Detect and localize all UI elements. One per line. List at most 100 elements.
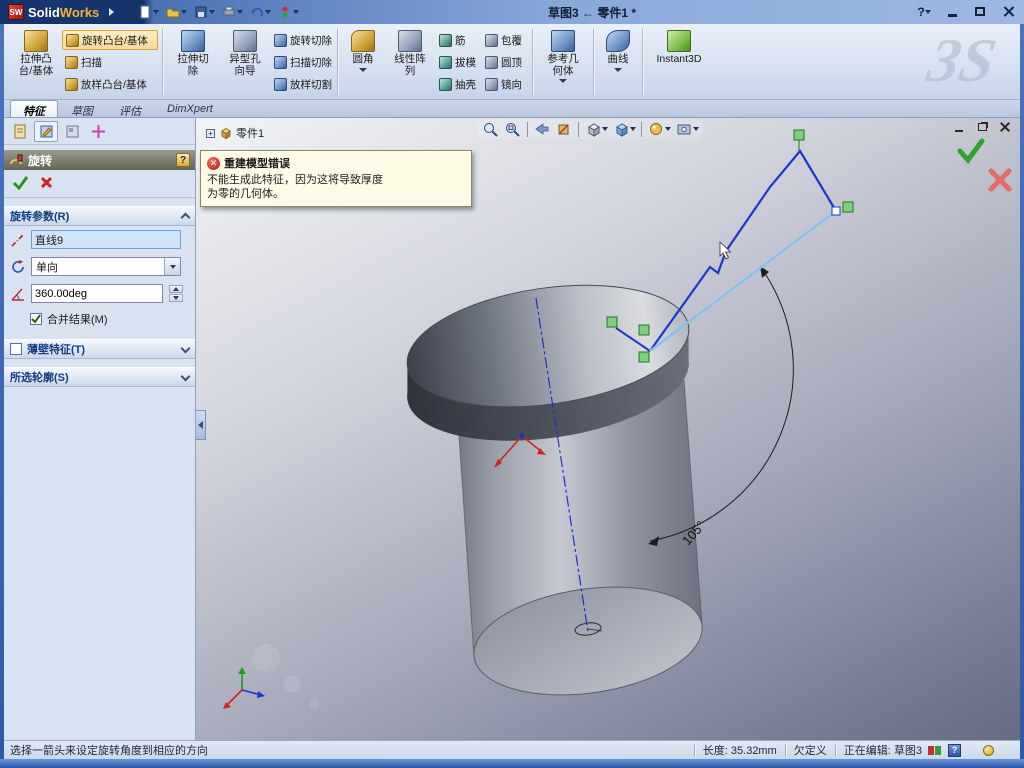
tab-dimxpert[interactable]: DimXpert: [154, 100, 226, 117]
open-document-button[interactable]: [164, 4, 189, 20]
loft-cut-button[interactable]: 放样切割: [271, 74, 333, 94]
dropdown-arrow-icon: [602, 127, 608, 131]
extrude-boss-button[interactable]: 拉伸凸 台/基体: [10, 27, 62, 97]
feature-manager-tab[interactable]: [8, 121, 32, 142]
draft-button[interactable]: 拔模: [436, 52, 482, 72]
wrap-button[interactable]: 包覆: [482, 30, 528, 50]
save-button[interactable]: [192, 4, 217, 20]
fillet-button[interactable]: 圆角: [342, 27, 384, 97]
view-orientation-button[interactable]: [583, 120, 609, 138]
extrude-cut-button[interactable]: 拉伸切 除: [167, 27, 219, 97]
dropdown-arrow-icon[interactable]: [614, 67, 622, 72]
tags-icon[interactable]: [983, 744, 994, 756]
menu-expand-icon[interactable]: [109, 8, 115, 16]
tree-expander[interactable]: +: [206, 128, 215, 138]
confirm-check-icon: [957, 138, 985, 164]
fillet-icon: [351, 30, 375, 52]
revolve-axis-icon: [11, 232, 25, 247]
rib-button[interactable]: 筋: [436, 30, 482, 50]
scene-settings-button[interactable]: [674, 120, 700, 138]
spin-down-button[interactable]: [169, 294, 183, 302]
instant3d-icon: [667, 30, 691, 52]
status-definition-state: 欠定义: [793, 745, 827, 757]
expand-chevron-icon[interactable]: [180, 343, 191, 353]
cancel-button[interactable]: [39, 175, 54, 193]
sweep-cut-button[interactable]: 扫描切除: [271, 52, 333, 72]
mirror-button[interactable]: 镜向: [482, 74, 528, 94]
minimize-button[interactable]: [942, 3, 962, 20]
dropdown-arrow-icon: [181, 10, 188, 14]
dropdown-arrow-icon: [265, 10, 272, 14]
previous-view-button[interactable]: [532, 120, 552, 138]
tab-features[interactable]: 特征: [10, 100, 58, 118]
edit-appearance-button[interactable]: [646, 120, 672, 138]
dropdown-arrow-icon[interactable]: [559, 79, 567, 83]
quick-tips-button[interactable]: ?: [948, 743, 961, 757]
doc-restore-button[interactable]: [973, 120, 991, 134]
ok-check-icon: [12, 176, 29, 191]
property-manager-tab[interactable]: [34, 121, 58, 142]
revolve-boss-button[interactable]: 旋转凸台/基体: [62, 30, 158, 50]
cancel-x-icon: [40, 176, 53, 189]
feature-manager-icon: [14, 124, 25, 139]
collapse-chevron-icon[interactable]: [180, 212, 191, 223]
dropdown-button[interactable]: [164, 258, 180, 275]
panel-help-button[interactable]: ?: [176, 153, 190, 167]
print-button[interactable]: [220, 4, 245, 20]
loft-boss-button[interactable]: 放样凸台/基体: [62, 74, 158, 94]
hole-wizard-button[interactable]: 异型孔 向导: [219, 27, 271, 97]
revolve-feature-icon: [10, 154, 23, 165]
angle-input[interactable]: [31, 284, 163, 303]
error-line1: 不能生成此特征，因为这将导致厚度: [207, 174, 383, 186]
doc-minimize-button[interactable]: [950, 120, 968, 134]
zoom-area-button[interactable]: [503, 120, 523, 138]
curves-button[interactable]: 曲线: [598, 27, 638, 97]
dome-button[interactable]: 圆顶: [482, 52, 528, 72]
configuration-manager-tab[interactable]: [60, 121, 84, 142]
expand-chevron-icon[interactable]: [180, 371, 191, 381]
doc-close-button[interactable]: [996, 120, 1014, 134]
linear-pattern-button[interactable]: 线性阵 列: [384, 27, 436, 97]
zoom-fit-button[interactable]: [481, 120, 501, 138]
shell-button[interactable]: 抽壳: [436, 74, 482, 94]
new-document-button[interactable]: [136, 4, 161, 20]
rebuild-button[interactable]: [276, 4, 301, 20]
axis-selection-field[interactable]: 直线9: [31, 230, 181, 249]
reference-geometry-button[interactable]: 参考几 何体: [537, 27, 589, 97]
merge-result-checkbox[interactable]: [30, 313, 42, 325]
quick-access-toolbar: [136, 4, 301, 20]
graphics-area[interactable]: 105° + 零件1: [196, 118, 1020, 740]
dropdown-arrow-icon[interactable]: [359, 67, 367, 72]
confirm-ok-button[interactable]: [956, 136, 986, 167]
selected-axis-line[interactable]: [649, 210, 837, 352]
display-style-button[interactable]: [611, 120, 637, 138]
revolve-cut-button[interactable]: 旋转切除: [271, 30, 333, 50]
maximize-button[interactable]: [970, 3, 990, 20]
tree-root-label[interactable]: 零件1: [236, 125, 264, 141]
sweep-button[interactable]: 扫描: [62, 52, 158, 72]
revolve-parameters-section[interactable]: 旋转参数(R): [4, 206, 195, 226]
zoom-fit-icon: [484, 123, 498, 137]
minimize-icon: [947, 14, 957, 17]
collapse-left-icon: [198, 421, 203, 429]
reference-geometry-label: 参考几 何体: [547, 53, 579, 77]
instant3d-button[interactable]: Instant3D: [647, 27, 711, 97]
dimxpert-manager-tab[interactable]: [86, 121, 110, 142]
extrude-boss-icon: [24, 30, 48, 52]
tab-evaluate[interactable]: 评估: [106, 100, 154, 118]
spin-up-button[interactable]: [169, 285, 183, 293]
panel-collapse-handle[interactable]: [196, 410, 206, 440]
direction-dropdown[interactable]: 单向: [31, 257, 181, 276]
tab-sketch[interactable]: 草图: [58, 100, 106, 118]
ok-button[interactable]: [12, 175, 29, 193]
thin-feature-checkbox[interactable]: [10, 343, 22, 355]
undo-button[interactable]: [248, 4, 273, 20]
selected-contours-section[interactable]: 所选轮廓(S): [4, 367, 195, 387]
confirm-cancel-button[interactable]: [986, 166, 1014, 197]
thin-feature-section[interactable]: 薄壁特征(T): [4, 339, 195, 359]
green-state-icon: [935, 745, 941, 755]
model-scene[interactable]: 105°: [196, 118, 1020, 740]
close-button[interactable]: [998, 3, 1018, 20]
section-view-button[interactable]: [554, 120, 574, 138]
help-button[interactable]: ?: [914, 3, 934, 20]
